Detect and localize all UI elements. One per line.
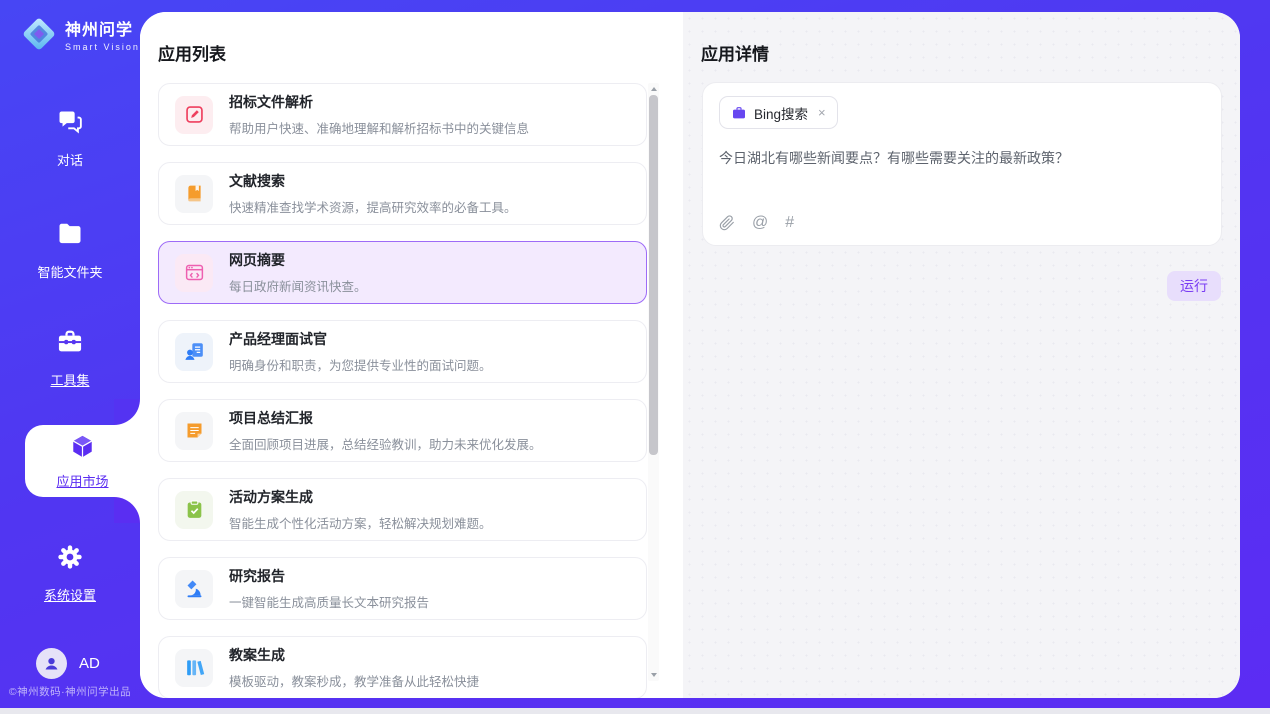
paperclip-icon[interactable] bbox=[719, 215, 735, 231]
app-card[interactable]: 产品经理面试官 明确身份和职责，为您提供专业性的面试问题。 bbox=[158, 320, 647, 383]
sidebar-item-label: 对话 bbox=[57, 150, 83, 169]
input-toolbar: @ # bbox=[719, 215, 1205, 231]
diamond-logo-icon bbox=[20, 15, 58, 53]
app-card[interactable]: 教案生成 模板驱动，教案秒成，教学准备从此轻松快捷 bbox=[158, 636, 647, 698]
interviewer-icon bbox=[175, 333, 213, 371]
chat-icon bbox=[56, 108, 84, 141]
app-card-description: 一键智能生成高质量长文本研究报告 bbox=[229, 592, 429, 611]
app-card-description: 全面回顾项目进展，总结经验教训，助力未来优化发展。 bbox=[229, 434, 542, 453]
run-button[interactable]: 运行 bbox=[1167, 271, 1221, 301]
browser-code-icon bbox=[175, 254, 213, 292]
sidebar-item-toolset[interactable]: 工具集 bbox=[0, 328, 140, 389]
app-detail-panel: 应用详情 Bing搜索 × 今日湖北有哪些新闻要点？有哪些需要关注的最新政策？ bbox=[683, 12, 1240, 698]
sidebar-item-label: 工具集 bbox=[50, 370, 89, 389]
copyright-text: ©神州数码·神州问学出品 bbox=[0, 684, 140, 699]
mention-icon[interactable]: @ bbox=[752, 215, 768, 231]
tab-notch-top bbox=[114, 399, 140, 425]
prompt-card: Bing搜索 × 今日湖北有哪些新闻要点？有哪些需要关注的最新政策？ @ # bbox=[702, 82, 1222, 246]
gear-icon bbox=[56, 543, 84, 576]
sidebar-item-chat[interactable]: 对话 bbox=[0, 108, 140, 169]
sidebar: 神州问学 Smart Vision 对话智能文件夹工具集应用市场系统设置 AD … bbox=[0, 0, 140, 708]
app-card-name: 招标文件解析 bbox=[229, 92, 529, 112]
app-card-name: 网页摘要 bbox=[229, 250, 367, 270]
app-frame: 神州问学 Smart Vision 对话智能文件夹工具集应用市场系统设置 AD … bbox=[0, 0, 1270, 708]
books-icon bbox=[175, 649, 213, 687]
user-name: AD bbox=[79, 655, 100, 672]
app-list-title: 应用列表 bbox=[140, 12, 683, 65]
main-content: 应用列表 招标文件解析 帮助用户快速、准确地理解和解析招标书中的关键信息 文献搜… bbox=[140, 12, 1240, 698]
app-card-name: 教案生成 bbox=[229, 645, 479, 665]
logo-subtitle: Smart Vision bbox=[65, 42, 140, 52]
plugin-chip-label: Bing搜索 bbox=[754, 103, 808, 123]
app-card[interactable]: 招标文件解析 帮助用户快速、准确地理解和解析招标书中的关键信息 bbox=[158, 83, 647, 146]
folder-icon bbox=[56, 220, 84, 253]
app-card[interactable]: 活动方案生成 智能生成个性化活动方案，轻松解决规划难题。 bbox=[158, 478, 647, 541]
app-card-name: 文献搜索 bbox=[229, 171, 517, 191]
app-card[interactable]: 研究报告 一键智能生成高质量长文本研究报告 bbox=[158, 557, 647, 620]
app-card-description: 快速精准查找学术资源，提高研究效率的必备工具。 bbox=[229, 197, 517, 216]
app-card-description: 帮助用户快速、准确地理解和解析招标书中的关键信息 bbox=[229, 118, 529, 137]
scrollbar[interactable] bbox=[648, 83, 659, 681]
close-icon[interactable]: × bbox=[818, 105, 826, 120]
app-card-description: 智能生成个性化活动方案，轻松解决规划难题。 bbox=[229, 513, 492, 532]
app-card-name: 项目总结汇报 bbox=[229, 408, 542, 428]
pen-document-icon bbox=[175, 96, 213, 134]
app-card-name: 产品经理面试官 bbox=[229, 329, 492, 349]
app-detail-title: 应用详情 bbox=[683, 12, 1240, 65]
sidebar-item-system-settings[interactable]: 系统设置 bbox=[0, 543, 140, 604]
clipboard-check-icon bbox=[175, 491, 213, 529]
scroll-up-icon[interactable] bbox=[648, 84, 659, 94]
avatar bbox=[36, 648, 67, 679]
briefcase-icon bbox=[731, 105, 747, 121]
app-logo: 神州问学 Smart Vision bbox=[20, 15, 140, 53]
app-card-description: 模板驱动，教案秒成，教学准备从此轻松快捷 bbox=[229, 671, 479, 690]
microscope-icon bbox=[175, 570, 213, 608]
app-card[interactable]: 文献搜索 快速精准查找学术资源，提高研究效率的必备工具。 bbox=[158, 162, 647, 225]
sidebar-item-label: 智能文件夹 bbox=[37, 262, 102, 281]
app-card-description: 每日政府新闻资讯快查。 bbox=[229, 276, 367, 295]
person-icon bbox=[42, 654, 61, 673]
sidebar-item-app-market[interactable]: 应用市场 bbox=[25, 425, 140, 497]
logo-title: 神州问学 bbox=[65, 16, 140, 40]
app-card-name: 活动方案生成 bbox=[229, 487, 492, 507]
sidebar-item-label: 应用市场 bbox=[56, 471, 108, 490]
plugin-chip-bing-search[interactable]: Bing搜索 × bbox=[719, 96, 838, 129]
app-list-panel: 应用列表 招标文件解析 帮助用户快速、准确地理解和解析招标书中的关键信息 文献搜… bbox=[140, 12, 683, 698]
prompt-input[interactable]: 今日湖北有哪些新闻要点？有哪些需要关注的最新政策？ bbox=[719, 148, 1205, 168]
app-card-name: 研究报告 bbox=[229, 566, 429, 586]
user-badge[interactable]: AD bbox=[36, 648, 100, 679]
app-list: 招标文件解析 帮助用户快速、准确地理解和解析招标书中的关键信息 文献搜索 快速精… bbox=[158, 83, 647, 698]
scroll-down-icon[interactable] bbox=[648, 670, 659, 680]
app-card[interactable]: 网页摘要 每日政府新闻资讯快查。 bbox=[158, 241, 647, 304]
tab-notch-bottom bbox=[114, 497, 140, 523]
sidebar-item-label: 系统设置 bbox=[44, 585, 96, 604]
hash-icon[interactable]: # bbox=[785, 215, 794, 231]
app-card[interactable]: 项目总结汇报 全面回顾项目进展，总结经验教训，助力未来优化发展。 bbox=[158, 399, 647, 462]
cube-icon bbox=[69, 433, 96, 465]
scrollbar-thumb[interactable] bbox=[649, 95, 658, 455]
book-icon bbox=[175, 175, 213, 213]
sidebar-item-smart-folder[interactable]: 智能文件夹 bbox=[0, 220, 140, 281]
toolbox-icon bbox=[56, 328, 84, 361]
app-card-description: 明确身份和职责，为您提供专业性的面试问题。 bbox=[229, 355, 492, 374]
note-icon bbox=[175, 412, 213, 450]
